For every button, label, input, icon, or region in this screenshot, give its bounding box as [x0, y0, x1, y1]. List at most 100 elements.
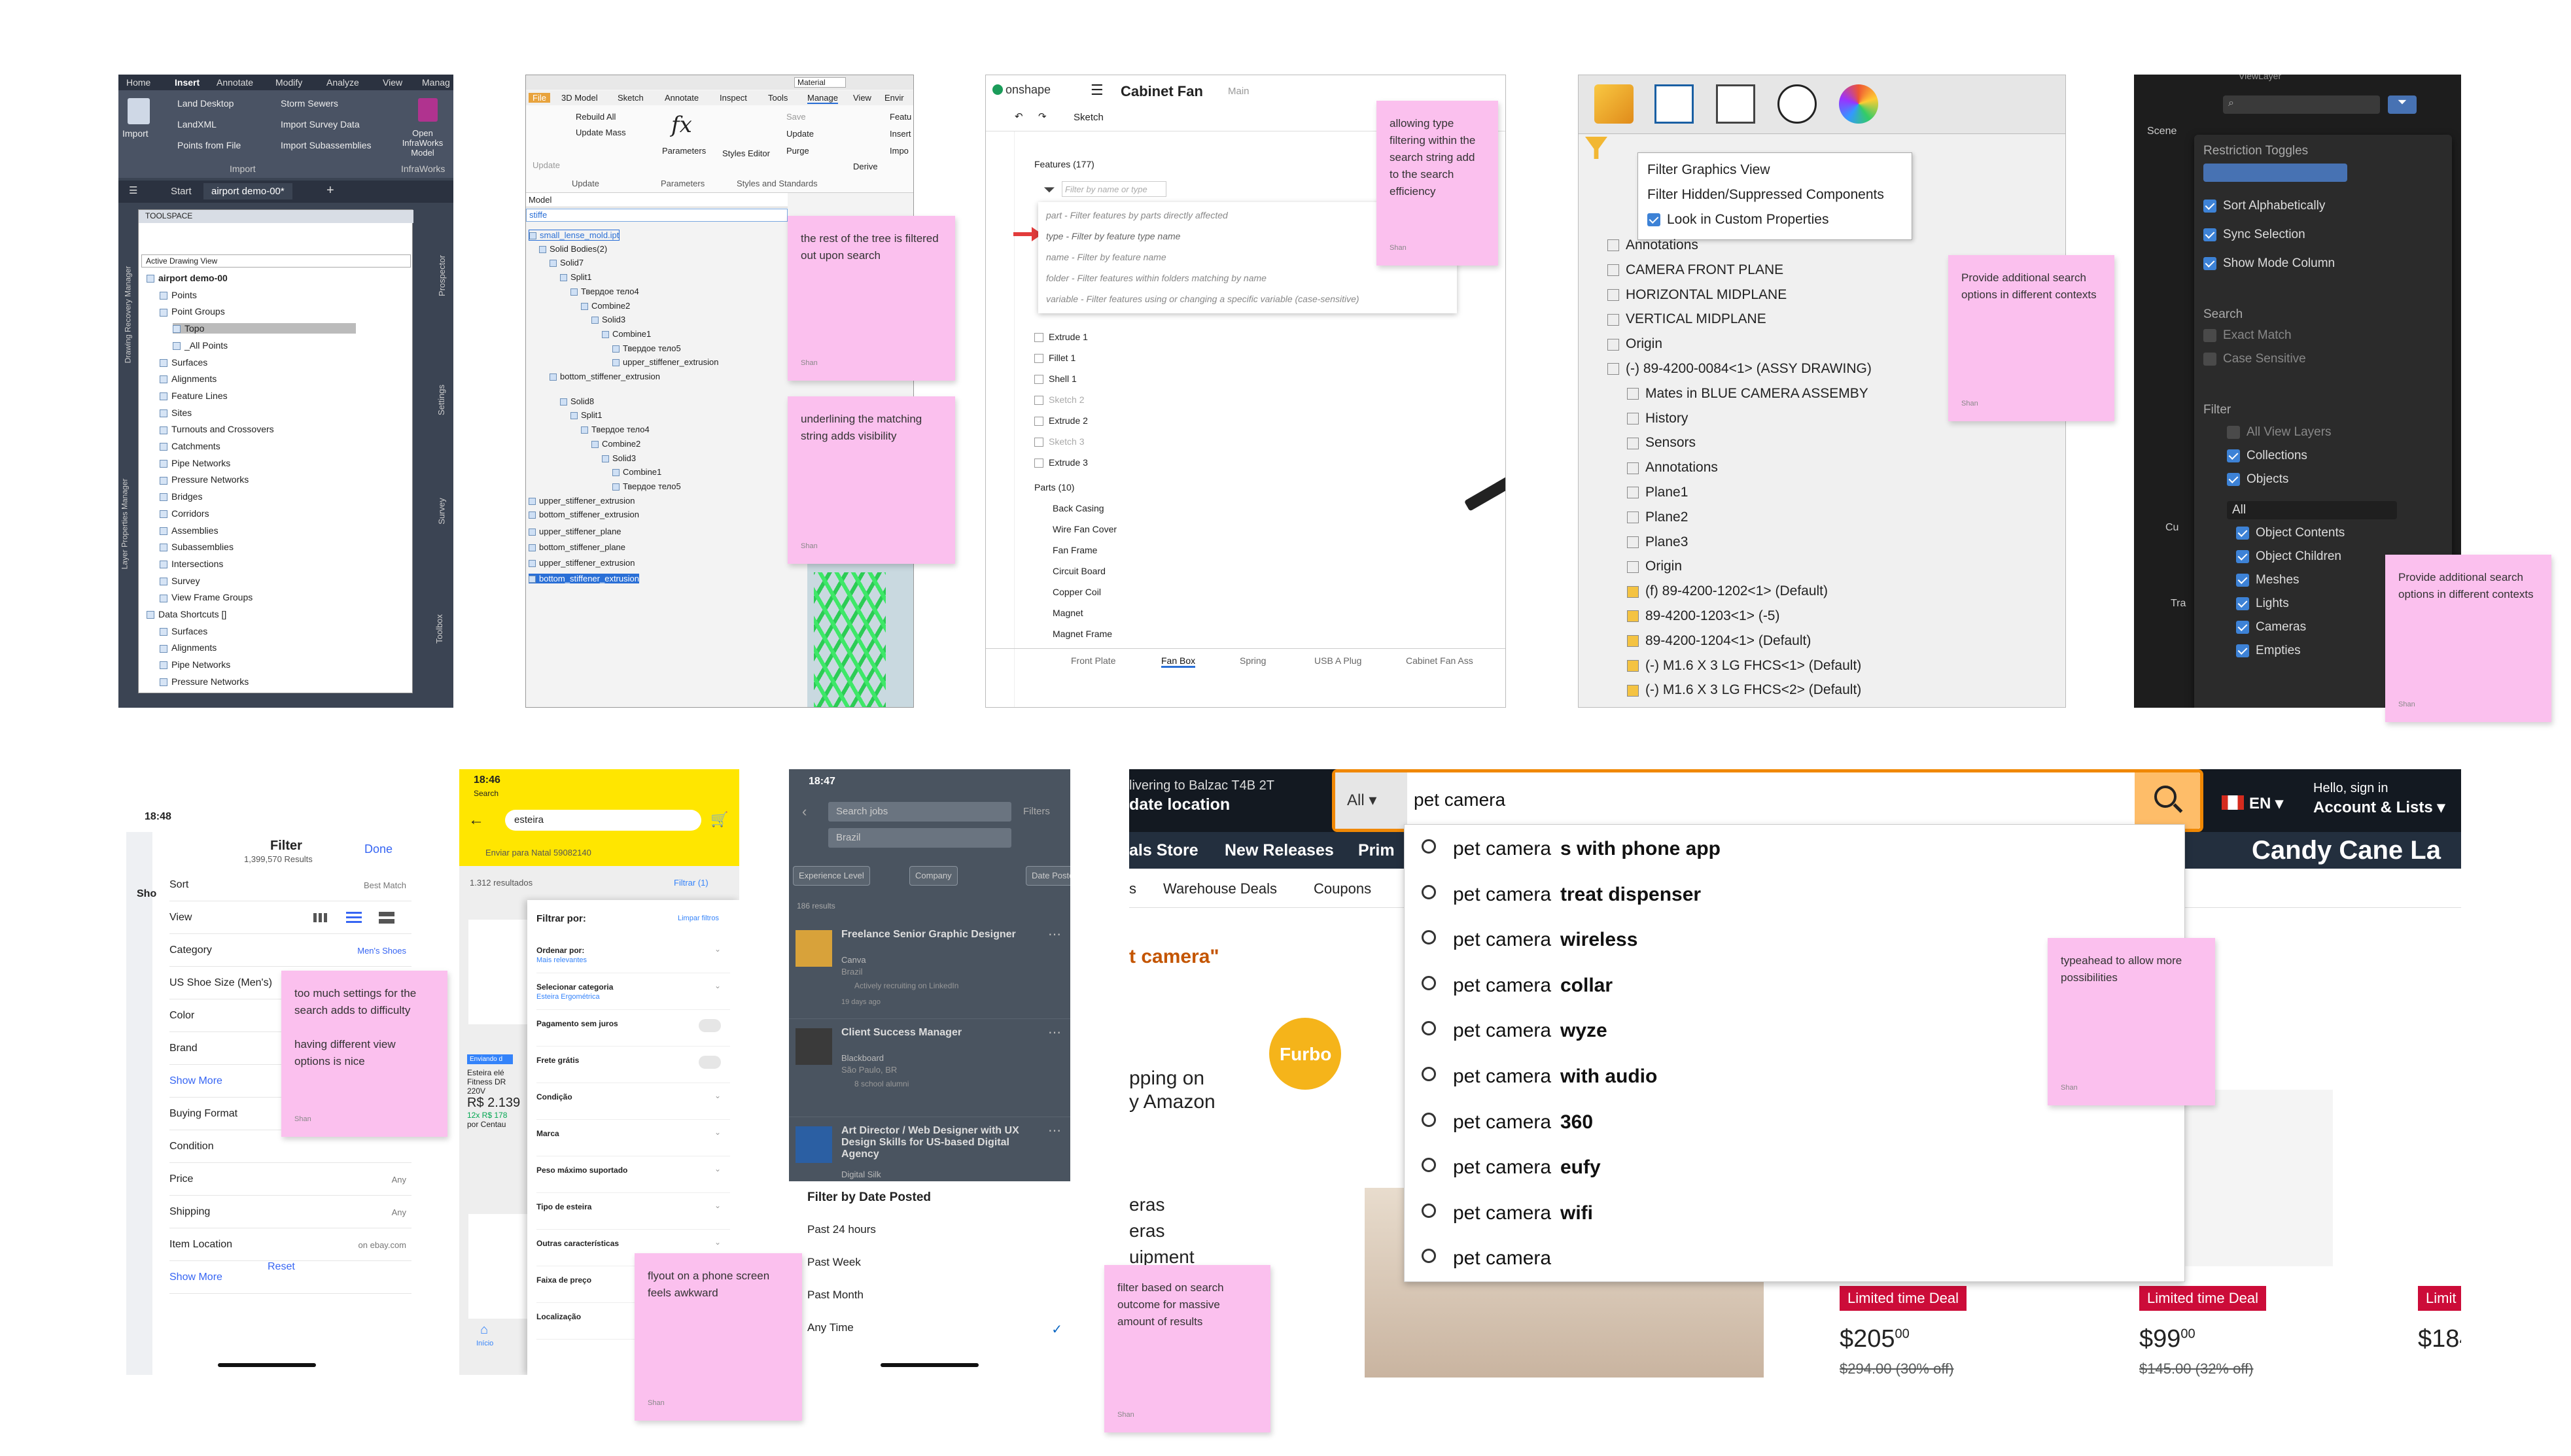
tree-item[interactable]: Alignments: [160, 373, 217, 384]
search-input[interactable]: esteira: [505, 810, 701, 831]
tree-item[interactable]: Point Groups: [160, 306, 225, 317]
tree-item[interactable]: Sites: [160, 407, 192, 418]
tree-item[interactable]: Split1: [560, 272, 592, 282]
tree-item[interactable]: (-) 89-4200-0084<1> (ASSY DRAWING): [1607, 361, 1872, 377]
ribbon-tab[interactable]: View: [853, 93, 871, 103]
part-item[interactable]: Fan Frame: [1053, 545, 1097, 555]
sticky-note[interactable]: filter based on search outcome for massi…: [1104, 1265, 1270, 1432]
filter-option[interactable]: name - Filter by feature name: [1046, 252, 1166, 262]
filter-row[interactable]: View: [169, 904, 411, 934]
filters-button[interactable]: Filters: [1023, 806, 1050, 817]
tree-item[interactable]: Bridges: [160, 491, 202, 502]
object-filter[interactable]: Lights: [2236, 597, 2289, 611]
tree-item[interactable]: Turnouts and Crossovers: [160, 424, 274, 434]
tree-item[interactable]: Corridors: [160, 508, 209, 519]
object-filter[interactable]: Meshes: [2236, 573, 2300, 587]
tree-item[interactable]: _All Points: [173, 340, 228, 351]
tree-item[interactable]: 89-4200-1204<1> (Default): [1627, 633, 1811, 649]
tree-item[interactable]: Combine2: [591, 439, 640, 449]
object-type-select[interactable]: All: [2227, 501, 2397, 519]
sticky-note[interactable]: underlining the matching string adds vis…: [788, 396, 955, 564]
purge-button[interactable]: Purge: [786, 146, 809, 156]
checkbox[interactable]: [2236, 597, 2249, 610]
update-styles-button[interactable]: Update: [786, 129, 814, 139]
sketch-button[interactable]: Sketch: [1060, 112, 1104, 123]
filter-option[interactable]: All View Layers: [2227, 425, 2332, 440]
search-option[interactable]: Case Sensitive: [2203, 352, 2306, 366]
menu-filter-hidden[interactable]: Filter Hidden/Suppressed Components: [1647, 187, 1884, 203]
toggle-switch[interactable]: [699, 1019, 721, 1032]
tree-item[interactable]: Твердое тело5: [612, 343, 681, 353]
tree-item[interactable]: Plane2: [1627, 510, 1688, 525]
tree-item[interactable]: Sensors: [1627, 435, 1696, 451]
ribbon-tab-annotate[interactable]: Annotate: [217, 77, 253, 88]
tree-item[interactable]: Solid3: [602, 453, 636, 463]
tree-item[interactable]: Plane1: [1627, 485, 1688, 500]
import-subassemblies-button[interactable]: Import Subassemblies: [281, 140, 372, 150]
active-view-select[interactable]: Active Drawing View: [141, 254, 411, 268]
part-icon[interactable]: [1594, 84, 1634, 124]
new-tab-icon[interactable]: +: [326, 183, 334, 198]
part-studio-tab[interactable]: Spring: [1240, 655, 1266, 666]
derive-button[interactable]: Derive: [853, 162, 878, 171]
suggestion-item[interactable]: pet camera: [1405, 1241, 2186, 1280]
filter-section[interactable]: Peso máximo suportado ⌄: [536, 1156, 730, 1193]
menu-custom-properties[interactable]: Look in Custom Properties: [1647, 212, 1828, 228]
tree-item[interactable]: HORIZONTAL MIDPLANE: [1607, 287, 1787, 303]
tree-item[interactable]: Solid Bodies(2): [539, 244, 607, 254]
tree-item[interactable]: View Frame Groups: [160, 592, 253, 602]
feature-item[interactable]: Sketch 2: [1034, 394, 1084, 406]
ribbon-tab[interactable]: Manage: [807, 93, 838, 104]
ribbon-tab-insert[interactable]: Insert: [175, 77, 200, 88]
checkbox[interactable]: [2227, 425, 2240, 439]
ribbon-tab[interactable]: 3D Model: [561, 93, 598, 103]
date-option[interactable]: Past 24 hours: [807, 1223, 1062, 1249]
location-input[interactable]: Brazil: [828, 828, 1011, 848]
filter-section[interactable]: Frete grátis: [536, 1047, 730, 1083]
tree-item[interactable]: Combine1: [612, 467, 661, 477]
tree-item[interactable]: Твердое тело4: [581, 425, 650, 434]
import-button[interactable]: Impo: [890, 146, 909, 156]
tree-item[interactable]: 89-4200-1203<1> (-5): [1627, 608, 1779, 624]
object-filter[interactable]: Object Children: [2236, 549, 2341, 564]
tree-item[interactable]: Catchments: [160, 441, 220, 451]
filter-option[interactable]: folder - Filter features within folders …: [1046, 273, 1267, 283]
checkbox[interactable]: [2203, 199, 2216, 213]
save-button[interactable]: Save: [786, 112, 806, 122]
part-item[interactable]: Magnet: [1053, 608, 1083, 618]
gallery-view-icon[interactable]: [379, 912, 394, 924]
side-drawing-recovery[interactable]: Drawing Recovery Manager: [123, 266, 132, 364]
storm-sewers-button[interactable]: Storm Sewers: [281, 98, 338, 109]
search-option[interactable]: Exact Match: [2203, 328, 2292, 343]
tree-item[interactable]: Alignments: [160, 642, 217, 653]
tree-item[interactable]: Subassemblies: [160, 542, 234, 552]
tree-item[interactable]: upper_stiffener_extrusion: [612, 357, 718, 367]
filter-chip[interactable]: Experience Level: [793, 866, 870, 886]
object-filter[interactable]: Empties: [2236, 644, 2301, 658]
home-label[interactable]: Início: [476, 1340, 493, 1347]
ribbon-tab[interactable]: File: [529, 93, 550, 103]
tree-item[interactable]: Origin: [1627, 559, 1682, 574]
tree-item[interactable]: upper_stiffener_extrusion: [529, 558, 635, 568]
checkbox[interactable]: [2236, 549, 2249, 563]
tree-item[interactable]: Origin: [1607, 336, 1662, 352]
tree-item[interactable]: Solid8: [560, 396, 594, 406]
infraworks-icon[interactable]: [418, 98, 438, 122]
doc-tab-start[interactable]: Start: [171, 186, 192, 197]
list-view-icon[interactable]: [346, 912, 362, 924]
custom-properties-checkbox[interactable]: [1647, 213, 1660, 227]
tree-item[interactable]: bottom_stiffener_extrusion: [529, 510, 639, 519]
feature-item[interactable]: Extrude 2: [1034, 415, 1088, 426]
tree-item[interactable]: Topo: [173, 323, 356, 334]
filter-option[interactable]: type - Filter by feature type name: [1046, 231, 1180, 241]
part-item[interactable]: Back Casing: [1053, 503, 1104, 513]
more-icon[interactable]: ⋯: [1048, 1122, 1061, 1139]
ribbon-tab-home[interactable]: Home: [126, 77, 150, 88]
tree-item[interactable]: Pressure Networks: [160, 676, 249, 687]
checkbox[interactable]: [2203, 352, 2216, 366]
tree-item[interactable]: small_lense_mold.ipt: [529, 230, 620, 241]
checkbox[interactable]: [2203, 328, 2216, 342]
back-arrow-icon[interactable]: ←: [468, 811, 484, 829]
sticky-note[interactable]: too much settings for the search adds to…: [281, 971, 447, 1137]
feature-filter-input[interactable]: Filter by name or type: [1062, 181, 1166, 197]
